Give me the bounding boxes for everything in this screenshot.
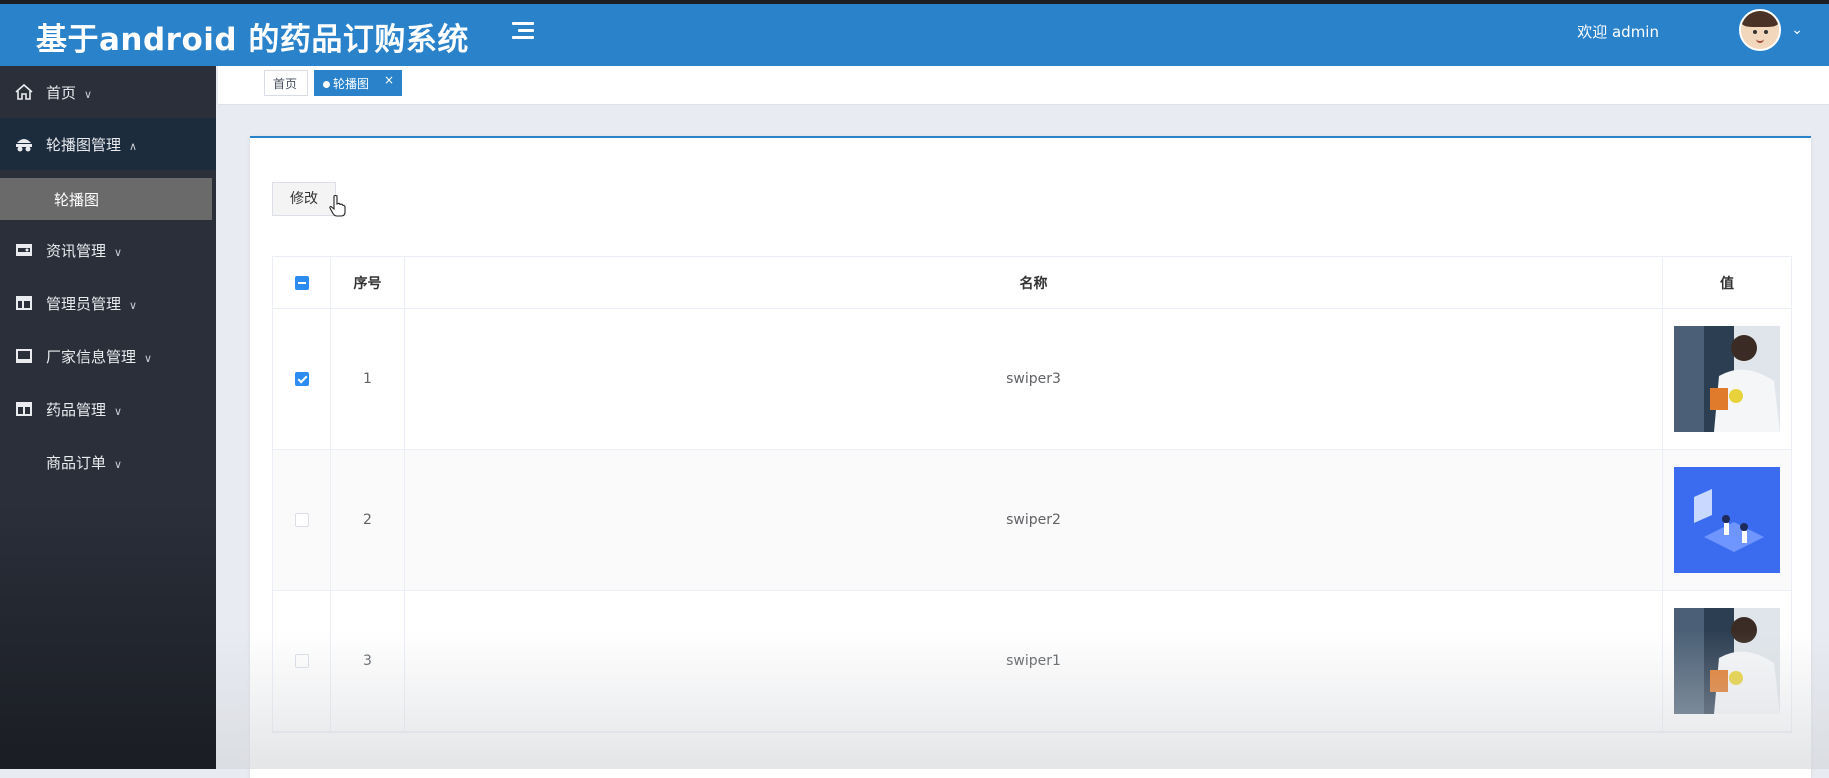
carousel-table: 序号 名称 值 1 swiper3 2 swiper2 3 swiper1 xyxy=(272,256,1792,733)
sidebar-subitem-carousel[interactable]: 轮播图 xyxy=(0,178,212,220)
column-header-index: 序号 xyxy=(331,257,405,308)
chevron-down-icon: ∨ xyxy=(114,246,123,259)
row-name: swiper2 xyxy=(405,450,1663,590)
chevron-down-icon: ∨ xyxy=(114,405,123,418)
row-index: 1 xyxy=(331,309,405,449)
sidebar-item-orders[interactable]: 商品订单 ∨ xyxy=(0,436,216,488)
sidebar-item-medicine[interactable]: 药品管理 ∨ xyxy=(0,383,216,435)
row-checkbox[interactable] xyxy=(294,513,309,527)
sidebar-item-label: 厂家信息管理 xyxy=(46,348,137,366)
avatar[interactable] xyxy=(1739,9,1781,51)
app-title: 基于android 的药品订购系统 xyxy=(36,22,469,58)
sidebar-item-label: 管理员管理 xyxy=(46,295,122,313)
chevron-down-icon: ∨ xyxy=(84,88,93,101)
sidebar-item-news[interactable]: 资讯管理 ∨ xyxy=(0,224,216,276)
sidebar-item-admin[interactable]: 管理员管理 ∨ xyxy=(0,277,216,329)
carousel-image-thumbnail[interactable] xyxy=(1674,608,1780,714)
sidebar-item-factory[interactable]: 厂家信息管理 ∨ xyxy=(0,330,216,382)
sidebar-item-carousel[interactable]: 轮播图管理 ∧ xyxy=(0,118,216,170)
row-checkbox[interactable] xyxy=(294,654,309,668)
chevron-down-icon: ∨ xyxy=(114,458,123,471)
sidebar-item-home[interactable]: 首页 ∨ xyxy=(0,66,216,118)
tab-home[interactable]: 首页 xyxy=(264,70,308,96)
active-dot-icon xyxy=(323,81,330,88)
column-header-name: 名称 xyxy=(405,257,1663,308)
chevron-down-icon[interactable]: ⌄ xyxy=(1791,22,1803,38)
close-icon[interactable]: × xyxy=(384,67,394,93)
tab-carousel[interactable]: 轮播图 × xyxy=(314,70,402,96)
table-header-row: 序号 名称 值 xyxy=(273,257,1791,309)
chevron-up-icon: ∧ xyxy=(129,140,138,153)
sidebar: 首页 ∨ 轮播图管理 ∧ 轮播图 资讯管理 ∨ 管理员管理 ∨ 厂家信息管理 ∨ 药品管理… xyxy=(0,66,216,769)
row-index: 2 xyxy=(331,450,405,590)
row-name: swiper1 xyxy=(405,591,1663,731)
chevron-down-icon: ∨ xyxy=(144,352,153,365)
top-header: 基于android 的药品订购系统 欢迎 admin ⌄ xyxy=(0,0,1829,66)
hand-cursor-icon xyxy=(329,194,346,217)
sidebar-item-label: 商品订单 xyxy=(46,454,107,472)
hamburger-icon[interactable] xyxy=(512,22,534,42)
edit-button[interactable]: 修改 xyxy=(272,182,336,216)
row-checkbox[interactable] xyxy=(294,372,309,386)
sidebar-item-label: 轮播图管理 xyxy=(46,136,122,154)
sidebar-item-label: 资讯管理 xyxy=(46,242,107,260)
row-index: 3 xyxy=(331,591,405,731)
welcome-text: 欢迎 admin xyxy=(1577,23,1659,41)
admin-icon xyxy=(16,296,32,310)
row-name: swiper3 xyxy=(405,309,1663,449)
news-icon xyxy=(16,244,32,256)
table-row[interactable]: 3 swiper1 xyxy=(273,591,1791,732)
carousel-icon xyxy=(16,139,32,152)
carousel-image-thumbnail[interactable] xyxy=(1674,326,1780,432)
sidebar-item-label: 首页 xyxy=(46,84,77,102)
table-row[interactable]: 2 swiper2 xyxy=(273,450,1791,591)
medicine-icon xyxy=(16,402,32,416)
column-header-value: 值 xyxy=(1720,275,1734,292)
content-card: 修改 序号 名称 值 1 swiper3 2 swiper2 3 swiper1 xyxy=(250,136,1811,778)
carousel-image-thumbnail[interactable] xyxy=(1674,467,1780,573)
table-row[interactable]: 1 swiper3 xyxy=(273,309,1791,450)
sidebar-item-label: 药品管理 xyxy=(46,401,107,419)
factory-icon xyxy=(16,349,32,363)
tab-bar: 首页 轮播图 × xyxy=(218,66,1829,105)
select-all-checkbox[interactable] xyxy=(294,275,309,290)
chevron-down-icon: ∨ xyxy=(129,299,138,312)
home-icon xyxy=(15,83,33,100)
